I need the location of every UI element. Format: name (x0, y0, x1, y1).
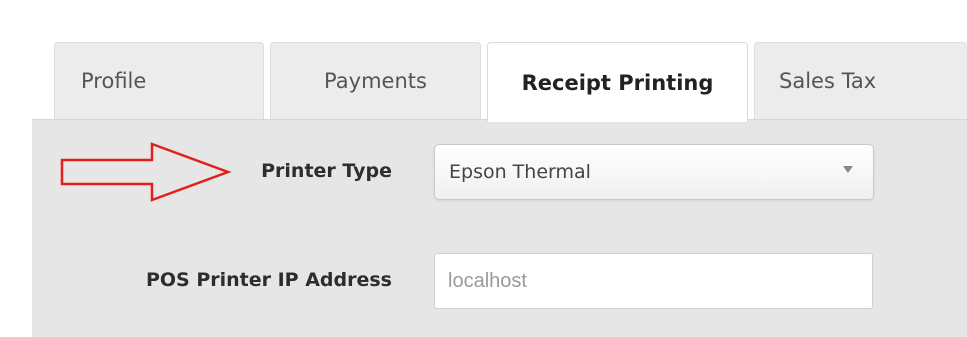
ip-address-input[interactable] (434, 253, 873, 309)
tab-payments[interactable]: Payments (270, 42, 481, 119)
tab-label: Sales Tax (779, 69, 877, 93)
chevron-down-icon (843, 166, 853, 173)
tab-label: Receipt Printing (521, 70, 714, 95)
tab-profile[interactable]: Profile (54, 42, 264, 119)
tab-receipt-printing[interactable]: Receipt Printing (487, 42, 748, 122)
right-arrow-icon (60, 142, 232, 202)
tab-sales-tax[interactable]: Sales Tax (754, 42, 967, 119)
printer-type-label: Printer Type (261, 160, 392, 182)
tab-label: Payments (324, 69, 427, 93)
printer-type-value: Epson Thermal (449, 161, 591, 183)
printer-type-select[interactable]: Epson Thermal (434, 144, 874, 200)
ip-address-label: POS Printer IP Address (145, 269, 392, 291)
tab-label: Profile (81, 69, 147, 93)
